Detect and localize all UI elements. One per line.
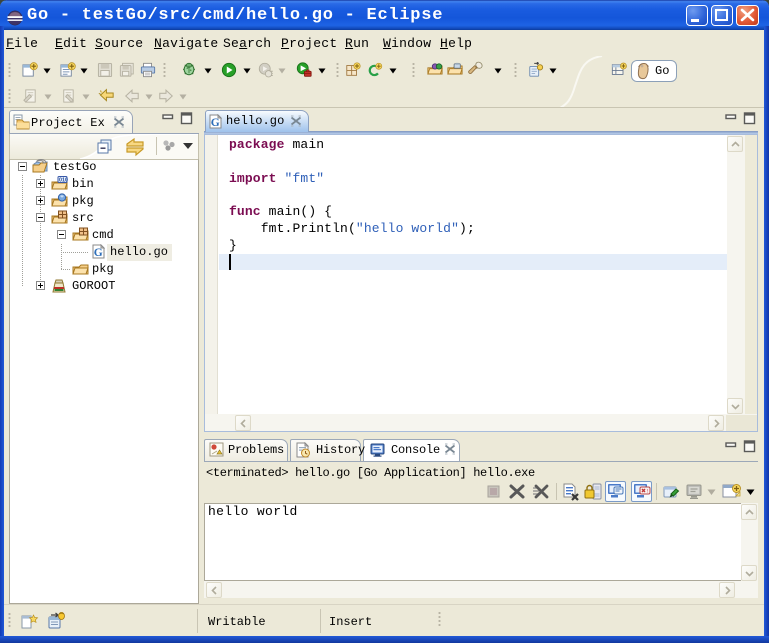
svg-text:010: 010 [59, 178, 68, 184]
svg-text:G: G [94, 247, 103, 259]
svg-text:!: ! [646, 489, 649, 495]
svg-text:G: G [211, 117, 220, 129]
